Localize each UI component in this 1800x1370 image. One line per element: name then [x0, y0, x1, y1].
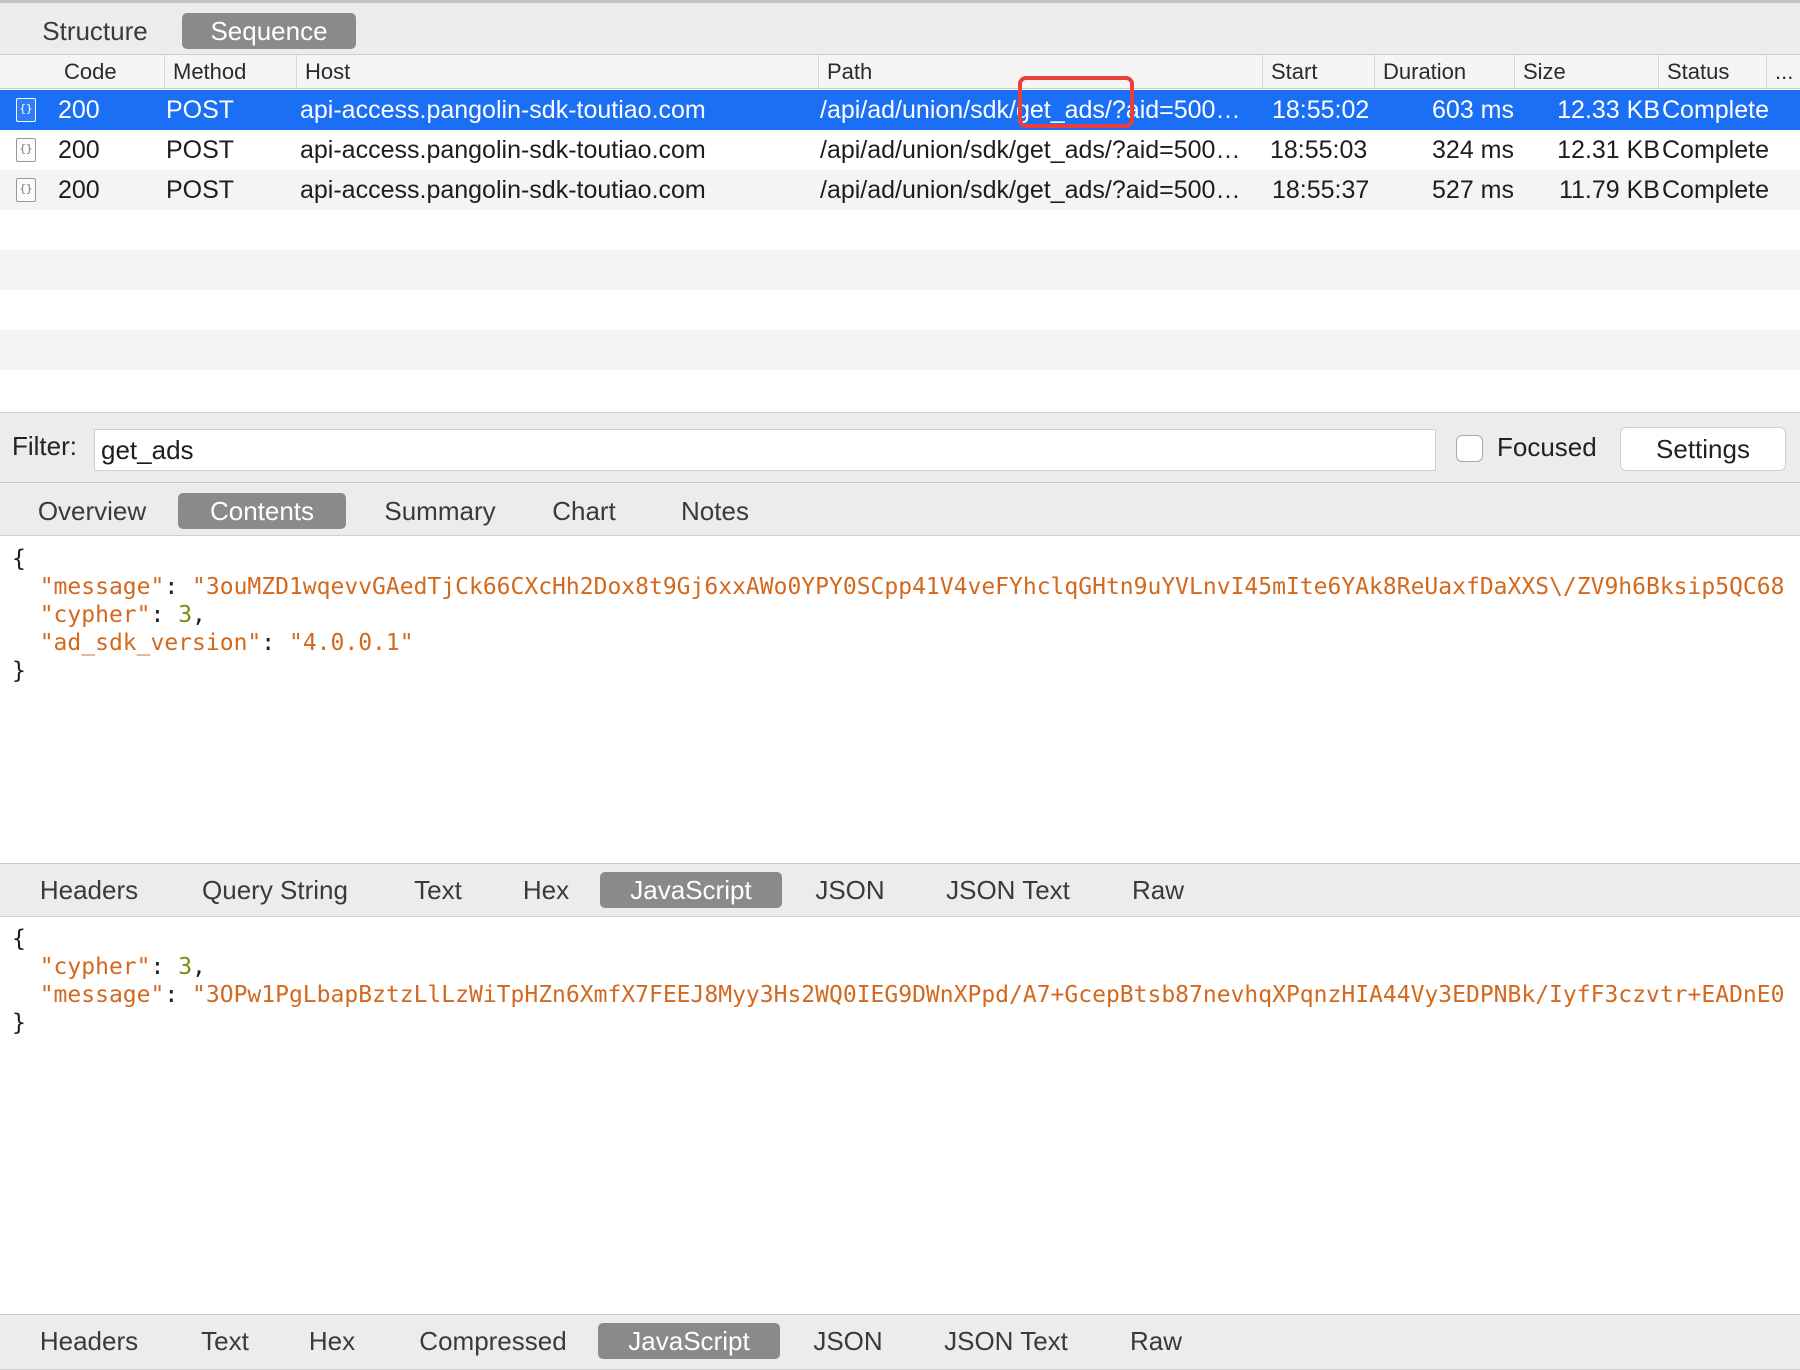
table-row[interactable]: {} 200 POST api-access.pangolin-sdk-tout…: [0, 130, 1800, 170]
cell-duration: 324 ms: [1432, 136, 1514, 164]
tab-request-query-string[interactable]: Query String: [186, 872, 364, 908]
tab-response-hex[interactable]: Hex: [294, 1323, 370, 1359]
json-number-value: 3: [178, 954, 193, 980]
tab-response-javascript[interactable]: JavaScript: [598, 1323, 780, 1359]
cell-size: 12.31 KB: [1557, 136, 1660, 164]
code-brace: {: [12, 546, 26, 572]
empty-row: [0, 210, 1800, 250]
json-key: "ad_sdk_version": [39, 630, 262, 656]
column-more[interactable]: ...: [1766, 55, 1793, 89]
tab-response-json-text[interactable]: JSON Text: [926, 1323, 1086, 1359]
cell-code: 200: [58, 176, 100, 204]
filter-label: Filter:: [12, 431, 77, 461]
tab-request-raw[interactable]: Raw: [1116, 872, 1200, 908]
json-string-value: "3OPw1PgLbapBztzLlLzWiTpHZn6XmfX7FEEJ8My…: [192, 982, 1785, 1008]
table-header: Code Method Host Path Start Duration Siz…: [0, 55, 1800, 89]
cell-host: api-access.pangolin-sdk-toutiao.com: [300, 176, 706, 204]
cell-duration: 603 ms: [1432, 96, 1514, 124]
json-key: "message": [39, 982, 165, 1008]
tab-response-headers[interactable]: Headers: [24, 1323, 154, 1359]
column-size[interactable]: Size: [1514, 55, 1566, 89]
cell-method: POST: [166, 136, 235, 164]
filter-bar: Filter: Focused Settings: [0, 412, 1800, 482]
cell-path: /api/ad/union/sdk/get_ads/?aid=500…: [820, 136, 1241, 164]
request-view-tab-bar: Headers Query String Text Hex JavaScript…: [0, 863, 1800, 917]
settings-button[interactable]: Settings: [1620, 427, 1786, 471]
cell-start: 18:55:37: [1272, 176, 1370, 204]
response-body-viewer[interactable]: { "cypher": 3, "message": "3OPw1PgLbapBz…: [0, 925, 1800, 1315]
table-row[interactable]: {} 200 POST api-access.pangolin-sdk-tout…: [0, 90, 1800, 130]
cell-host: api-access.pangolin-sdk-toutiao.com: [300, 96, 706, 124]
cell-size: 12.33 KB: [1557, 96, 1660, 124]
tab-request-text[interactable]: Text: [398, 872, 478, 908]
cell-path: /api/ad/union/sdk/get_ads/?aid=500…: [820, 96, 1241, 124]
tab-request-headers[interactable]: Headers: [24, 872, 154, 908]
tab-request-json[interactable]: JSON: [800, 872, 900, 908]
tab-request-json-text[interactable]: JSON Text: [928, 872, 1088, 908]
cell-host: api-access.pangolin-sdk-toutiao.com: [300, 136, 706, 164]
cell-method: POST: [166, 176, 235, 204]
detail-tab-bar: Overview Contents Summary Chart Notes: [0, 482, 1800, 536]
cell-status: Complete: [1662, 136, 1769, 164]
cell-size: 11.79 KB: [1558, 176, 1660, 204]
tab-request-javascript[interactable]: JavaScript: [600, 872, 782, 908]
request-body-viewer[interactable]: { "message": "3ouMZD1wqevvGAedTjCk66CXcH…: [0, 545, 1800, 863]
tab-overview[interactable]: Overview: [22, 493, 162, 529]
column-code[interactable]: Code: [56, 55, 117, 89]
tab-request-hex[interactable]: Hex: [508, 872, 584, 908]
empty-row: [0, 370, 1800, 410]
tab-summary[interactable]: Summary: [368, 493, 512, 529]
cell-status: Complete: [1662, 96, 1769, 124]
cell-code: 200: [58, 96, 100, 124]
column-host[interactable]: Host: [296, 55, 350, 89]
cell-code: 200: [58, 136, 100, 164]
cell-path: /api/ad/union/sdk/get_ads/?aid=500…: [820, 176, 1241, 204]
empty-row: [0, 330, 1800, 370]
json-key: "message": [39, 574, 165, 600]
code-brace: {: [12, 926, 26, 952]
cell-start: 18:55:02: [1272, 96, 1370, 124]
cell-duration: 527 ms: [1432, 176, 1514, 204]
table-row[interactable]: {} 200 POST api-access.pangolin-sdk-tout…: [0, 170, 1800, 210]
column-method[interactable]: Method: [164, 55, 246, 89]
focused-label: Focused: [1497, 432, 1597, 462]
empty-row: [0, 290, 1800, 330]
json-document-icon: {}: [16, 98, 36, 122]
json-key: "cypher": [39, 954, 151, 980]
tab-response-compressed[interactable]: Compressed: [400, 1323, 586, 1359]
column-duration[interactable]: Duration: [1374, 55, 1466, 89]
json-document-icon: {}: [16, 178, 36, 202]
code-brace: }: [12, 1010, 26, 1036]
empty-row: [0, 250, 1800, 290]
tab-sequence[interactable]: Sequence: [182, 13, 356, 49]
json-document-icon: {}: [16, 138, 36, 162]
column-status[interactable]: Status: [1658, 55, 1729, 89]
cell-start: 18:55:03: [1270, 136, 1368, 164]
tab-response-text[interactable]: Text: [186, 1323, 264, 1359]
json-string-value: "3ouMZD1wqevvGAedTjCk66CXcHh2Dox8t9Gj6xx…: [192, 574, 1785, 600]
code-brace: }: [12, 658, 26, 684]
view-switch-bar: Structure Sequence: [0, 0, 1800, 55]
response-view-tab-bar: Headers Text Hex Compressed JavaScript J…: [0, 1314, 1800, 1370]
json-number-value: 3: [178, 602, 193, 628]
tab-response-json[interactable]: JSON: [798, 1323, 898, 1359]
tab-structure[interactable]: Structure: [20, 13, 170, 49]
cell-status: Complete: [1662, 176, 1769, 204]
json-string-value: "4.0.0.1": [288, 630, 414, 656]
tab-notes[interactable]: Notes: [664, 493, 766, 529]
focused-checkbox[interactable]: [1456, 435, 1483, 462]
column-start[interactable]: Start: [1262, 55, 1317, 89]
filter-input[interactable]: [94, 429, 1436, 471]
tab-response-raw[interactable]: Raw: [1114, 1323, 1198, 1359]
tab-chart[interactable]: Chart: [540, 493, 628, 529]
column-path[interactable]: Path: [818, 55, 872, 89]
cell-method: POST: [166, 96, 235, 124]
tab-contents[interactable]: Contents: [178, 493, 346, 529]
json-key: "cypher": [39, 602, 151, 628]
